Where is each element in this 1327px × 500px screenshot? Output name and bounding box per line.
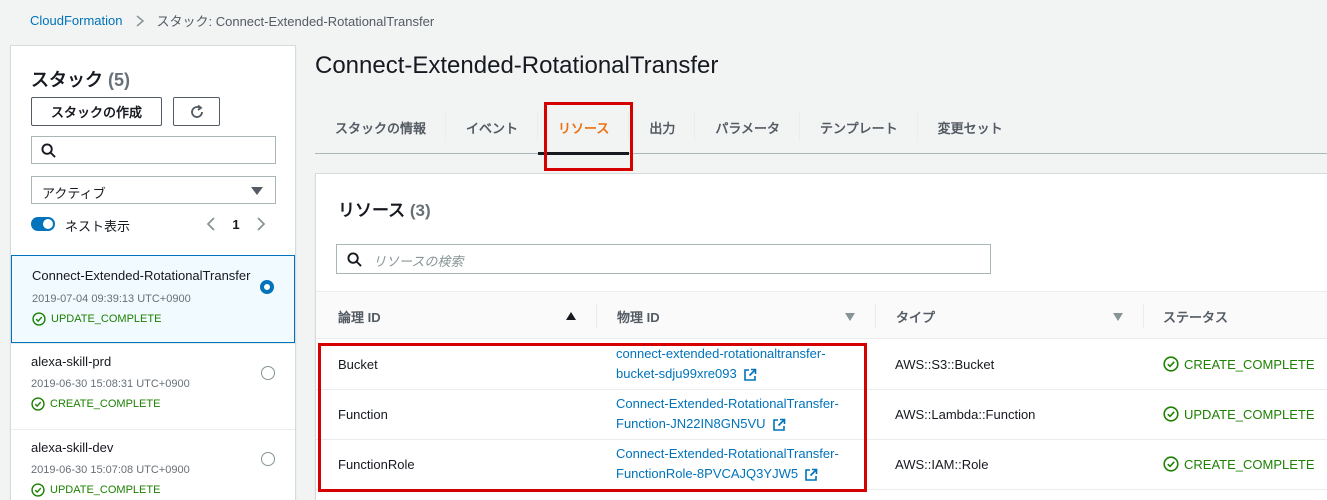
resource-status: CREATE_COMPLETE bbox=[1163, 456, 1315, 472]
resource-type: AWS::Lambda::Function bbox=[895, 407, 1036, 422]
search-icon bbox=[41, 143, 56, 158]
tab-parameters[interactable]: パラメータ bbox=[695, 100, 801, 154]
stacks-panel: スタック (5) スタックの作成 アクティブ ネスト表示 1 Connect-E… bbox=[10, 45, 296, 500]
column-logical-id[interactable]: 論理 ID bbox=[338, 292, 381, 340]
stack-name: alexa-skill-prd bbox=[31, 354, 112, 369]
breadcrumb-current: スタック: Connect-Extended-RotationalTransfe… bbox=[156, 13, 435, 29]
nested-view-toggle[interactable] bbox=[31, 217, 55, 231]
stacks-count: (5) bbox=[108, 70, 131, 90]
resources-title: リソース (3) bbox=[338, 196, 431, 221]
current-page[interactable]: 1 bbox=[221, 217, 251, 232]
stack-name: Connect-Extended-RotationalTransfer bbox=[32, 268, 251, 283]
stacks-title-text: スタック bbox=[31, 70, 103, 90]
chevron-right-icon bbox=[135, 15, 145, 27]
next-page-button[interactable] bbox=[251, 214, 271, 234]
tab-label: スタックの情報 bbox=[335, 120, 427, 136]
resource-type: AWS::IAM::Role bbox=[895, 457, 989, 472]
tab-label: テンプレート bbox=[820, 120, 898, 136]
refresh-button[interactable] bbox=[173, 97, 220, 126]
success-check-icon bbox=[1163, 456, 1179, 472]
stack-radio-selected[interactable] bbox=[260, 280, 274, 294]
success-check-icon bbox=[1163, 406, 1179, 422]
resources-table-header: 論理 ID 物理 ID タイプ ステータス bbox=[316, 291, 1327, 339]
stack-list-item[interactable]: alexa-skill-dev 2019-06-30 15:07:08 UTC+… bbox=[11, 429, 295, 500]
resource-status: UPDATE_COMPLETE bbox=[1163, 406, 1315, 422]
pagination: 1 bbox=[201, 214, 271, 234]
resource-status-text: CREATE_COMPLETE bbox=[1184, 356, 1315, 372]
resources-count: (3) bbox=[409, 201, 431, 220]
stack-status-text: UPDATE_COMPLETE bbox=[50, 484, 161, 496]
tab-stack-info[interactable]: スタックの情報 bbox=[315, 100, 447, 154]
tab-events[interactable]: イベント bbox=[446, 100, 539, 154]
sort-descending-icon[interactable] bbox=[1113, 313, 1123, 321]
highlight-box-resources bbox=[318, 343, 867, 492]
column-type[interactable]: タイプ bbox=[896, 292, 935, 340]
stack-status: CREATE_COMPLETE bbox=[31, 397, 160, 411]
success-check-icon bbox=[31, 483, 45, 497]
stack-status-text: UPDATE_COMPLETE bbox=[51, 313, 162, 325]
resource-status-text: CREATE_COMPLETE bbox=[1184, 456, 1315, 472]
tab-label: パラメータ bbox=[715, 120, 781, 136]
resource-search-placeholder: リソースの検索 bbox=[373, 254, 464, 269]
caret-down-icon bbox=[251, 187, 263, 195]
stack-search-input[interactable] bbox=[31, 136, 276, 164]
stack-date: 2019-06-30 15:07:08 UTC+0900 bbox=[31, 464, 190, 476]
nested-view-label: ネスト表示 bbox=[65, 219, 131, 234]
stack-status-filter-select[interactable]: アクティブ bbox=[31, 176, 276, 204]
previous-page-button[interactable] bbox=[201, 214, 221, 234]
stack-date: 2019-07-04 09:39:13 UTC+0900 bbox=[32, 293, 191, 305]
success-check-icon bbox=[32, 312, 46, 326]
filter-selected-value: アクティブ bbox=[42, 186, 106, 201]
page-title: Connect-Extended-RotationalTransfer bbox=[315, 52, 719, 79]
chevron-left-icon bbox=[206, 217, 215, 231]
resource-status-text: UPDATE_COMPLETE bbox=[1184, 406, 1315, 422]
stack-status-text: CREATE_COMPLETE bbox=[50, 398, 161, 410]
resource-search-input[interactable]: リソースの検索 bbox=[336, 244, 991, 274]
stack-tabs: スタックの情報 イベント リソース 出力 パラメータ テンプレート 変更セット bbox=[315, 100, 1327, 155]
create-stack-button[interactable]: スタックの作成 bbox=[31, 97, 162, 126]
stack-list-item[interactable]: alexa-skill-prd 2019-06-30 15:08:31 UTC+… bbox=[11, 343, 295, 429]
stack-list-item[interactable]: Connect-Extended-RotationalTransfer 2019… bbox=[11, 255, 295, 343]
column-divider bbox=[875, 304, 876, 328]
success-check-icon bbox=[31, 397, 45, 411]
resource-type: AWS::S3::Bucket bbox=[895, 357, 995, 372]
sort-ascending-icon[interactable] bbox=[566, 312, 576, 320]
stack-radio[interactable] bbox=[261, 452, 275, 466]
tab-template[interactable]: テンプレート bbox=[800, 100, 918, 154]
search-icon bbox=[347, 252, 362, 267]
column-physical-id[interactable]: 物理 ID bbox=[617, 292, 660, 340]
column-divider bbox=[596, 304, 597, 328]
column-status[interactable]: ステータス bbox=[1163, 292, 1228, 340]
tab-label: 変更セット bbox=[937, 120, 1003, 136]
stack-status: UPDATE_COMPLETE bbox=[32, 312, 161, 326]
tab-label: イベント bbox=[466, 120, 519, 136]
stacks-panel-title: スタック (5) bbox=[31, 66, 130, 92]
tab-label: 出力 bbox=[649, 120, 676, 136]
stack-radio[interactable] bbox=[261, 366, 275, 380]
breadcrumb-cloudformation-link[interactable]: CloudFormation bbox=[30, 13, 123, 28]
stack-name: alexa-skill-dev bbox=[31, 440, 114, 455]
resources-title-text: リソース bbox=[338, 201, 406, 220]
refresh-icon bbox=[190, 104, 203, 118]
tab-change-sets[interactable]: 変更セット bbox=[918, 100, 1023, 154]
success-check-icon bbox=[1163, 356, 1179, 372]
stack-date: 2019-06-30 15:08:31 UTC+0900 bbox=[31, 378, 190, 390]
highlight-box-tab bbox=[544, 102, 633, 171]
chevron-right-icon bbox=[257, 217, 266, 231]
sort-descending-icon[interactable] bbox=[845, 313, 855, 321]
breadcrumb: CloudFormation スタック: Connect-Extended-Ro… bbox=[30, 10, 434, 30]
column-divider bbox=[1143, 304, 1144, 328]
stack-status: UPDATE_COMPLETE bbox=[31, 483, 160, 497]
resource-status: CREATE_COMPLETE bbox=[1163, 356, 1315, 372]
tab-outputs[interactable]: 出力 bbox=[629, 100, 696, 154]
